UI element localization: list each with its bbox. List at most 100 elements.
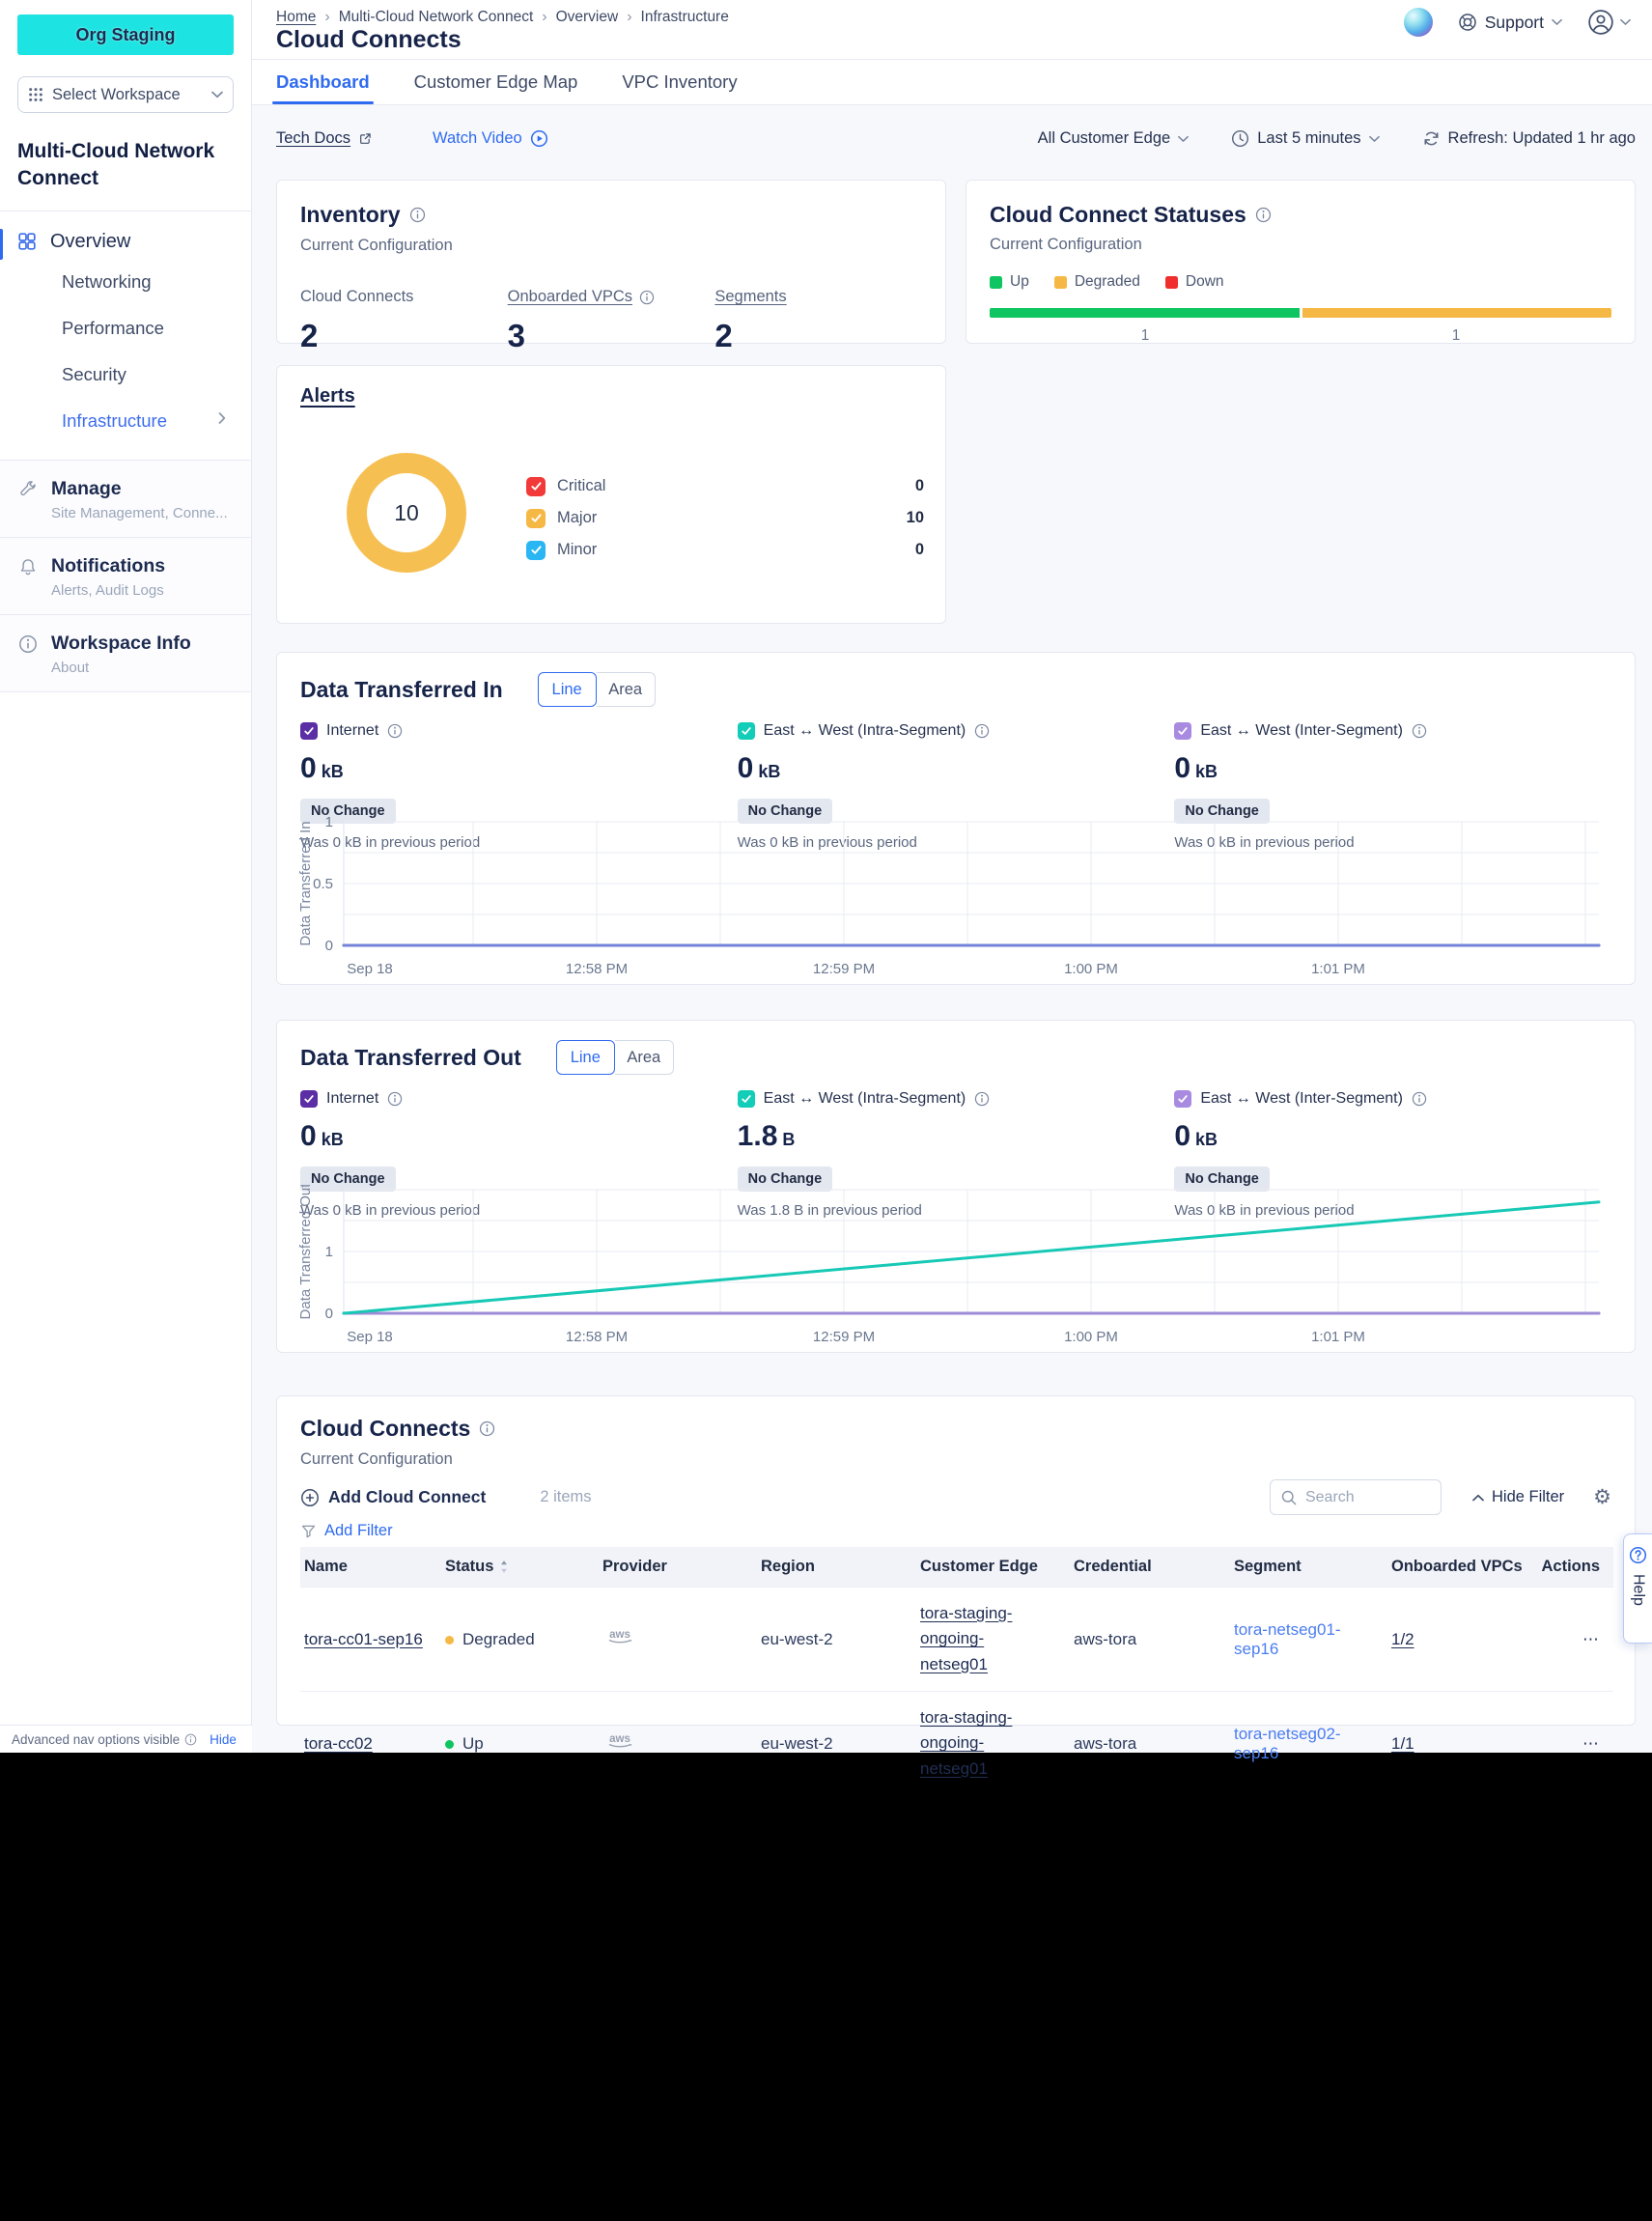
inter-segment-checkbox[interactable] <box>1174 1090 1191 1108</box>
breadcrumb-item[interactable]: Overview <box>556 9 619 26</box>
customer-edge-link[interactable]: tora-staging-ongoing-netseg01 <box>920 1705 1044 1782</box>
chevron-down-icon <box>1369 135 1380 143</box>
stat-value: 2 <box>300 318 508 354</box>
svg-text:1: 1 <box>325 817 333 830</box>
col-customer-edge[interactable]: Customer Edge <box>916 1547 1070 1588</box>
info-icon[interactable] <box>409 207 426 223</box>
customer-edge-link[interactable]: tora-staging-ongoing-netseg01 <box>920 1601 1044 1677</box>
sidebar-item-manage[interactable]: Manage Site Management, Conne... <box>0 460 251 537</box>
connect-name-link[interactable]: tora-cc01-sep16 <box>304 1630 423 1648</box>
bar-segment-up[interactable] <box>990 308 1300 318</box>
app-window: Org Staging Select Workspace Multi-Cloud… <box>0 0 1652 1753</box>
workspace-selector[interactable]: Select Workspace <box>17 76 234 113</box>
info-icon <box>17 633 39 654</box>
sort-icon[interactable] <box>499 1560 509 1574</box>
assistant-orb-icon[interactable] <box>1404 8 1433 37</box>
row-actions-menu[interactable]: ⋯ <box>1530 1588 1613 1692</box>
info-icon[interactable] <box>387 1091 403 1107</box>
row-actions-menu[interactable]: ⋯ <box>1530 1692 1613 1796</box>
info-icon[interactable] <box>639 290 655 305</box>
critical-checkbox[interactable] <box>526 477 546 496</box>
col-credential[interactable]: Credential <box>1070 1547 1230 1588</box>
sidebar-item-notifications[interactable]: Notifications Alerts, Audit Logs <box>0 537 251 614</box>
breadcrumb-item[interactable]: Infrastructure <box>641 9 729 26</box>
internet-checkbox[interactable] <box>300 1090 318 1108</box>
add-cloud-connect-button[interactable]: Add Cloud Connect <box>300 1487 486 1507</box>
tab-dashboard[interactable]: Dashboard <box>276 60 370 104</box>
help-label: Help <box>1630 1574 1647 1606</box>
alerts-title-link[interactable]: Alerts <box>300 385 355 407</box>
watch-video-link[interactable]: Watch Video <box>433 129 548 148</box>
line-toggle-button[interactable]: Line <box>538 672 597 707</box>
hide-advanced-nav-link[interactable]: Hide <box>210 1732 237 1747</box>
col-onboarded-vpcs[interactable]: Onboarded VPCs <box>1387 1547 1530 1588</box>
org-badge[interactable]: Org Staging <box>17 14 234 55</box>
sidebar-item-security[interactable]: Security <box>0 351 251 398</box>
search-input[interactable] <box>1305 1489 1421 1506</box>
col-segment[interactable]: Segment <box>1230 1547 1387 1588</box>
intra-segment-checkbox[interactable] <box>738 722 755 740</box>
breadcrumb-home[interactable]: Home <box>276 9 316 26</box>
stat-value: 2 <box>714 318 922 354</box>
table-settings-gear-icon[interactable]: ⚙ <box>1593 1487 1611 1507</box>
statuses-title: Cloud Connect Statuses <box>990 202 1246 228</box>
search-box[interactable] <box>1270 1479 1442 1515</box>
col-provider[interactable]: Provider <box>599 1547 757 1588</box>
line-toggle-button[interactable]: Line <box>556 1040 615 1075</box>
grid-dots-icon <box>28 87 43 102</box>
info-icon[interactable] <box>974 1091 990 1107</box>
intra-segment-checkbox[interactable] <box>738 1090 755 1108</box>
chart-type-toggle: Line Area <box>556 1040 674 1075</box>
customer-edge-filter-dropdown[interactable]: All Customer Edge <box>1038 129 1190 148</box>
onboarded-vpcs-link[interactable]: 1/2 <box>1391 1630 1414 1648</box>
info-icon[interactable] <box>974 723 990 739</box>
time-range-dropdown[interactable]: Last 5 minutes <box>1231 129 1379 148</box>
inter-segment-checkbox[interactable] <box>1174 722 1191 740</box>
info-icon[interactable] <box>1412 1091 1427 1107</box>
stat-label-link[interactable]: Segments <box>714 288 922 306</box>
col-name[interactable]: Name <box>300 1547 441 1588</box>
area-toggle-button[interactable]: Area <box>615 1040 674 1075</box>
area-toggle-button[interactable]: Area <box>597 672 656 707</box>
internet-checkbox[interactable] <box>300 722 318 740</box>
segment-link[interactable]: tora-netseg02-sep16 <box>1234 1725 1341 1762</box>
sidebar-item-infrastructure[interactable]: Infrastructure <box>0 398 251 444</box>
add-filter-button[interactable]: Add Filter <box>300 1522 393 1540</box>
tab-customer-edge-map[interactable]: Customer Edge Map <box>414 60 578 104</box>
check-icon <box>530 480 543 492</box>
minor-checkbox[interactable] <box>526 541 546 560</box>
sidebar-item-networking[interactable]: Networking <box>0 259 251 305</box>
sidebar-item-workspace-info[interactable]: Workspace Info About <box>0 614 251 692</box>
refresh-button[interactable]: Refresh: Updated 1 hr ago <box>1422 129 1636 148</box>
tech-docs-link[interactable]: Tech Docs <box>276 129 373 148</box>
section-label: Workspace Info <box>51 633 191 655</box>
onboarded-vpcs-link[interactable]: 1/1 <box>1391 1734 1414 1753</box>
credential-cell: aws-tora <box>1070 1588 1230 1692</box>
info-icon[interactable] <box>1412 723 1427 739</box>
alert-major-row: Major 10 <box>526 502 924 534</box>
tech-docs-label: Tech Docs <box>276 129 350 148</box>
info-icon[interactable] <box>479 1420 495 1437</box>
info-icon[interactable] <box>387 723 403 739</box>
connect-name-link[interactable]: tora-cc02 <box>304 1734 373 1753</box>
status-cell: Degraded <box>441 1588 599 1692</box>
sidebar-item-overview[interactable]: Overview <box>0 211 251 259</box>
col-region[interactable]: Region <box>757 1547 916 1588</box>
section-label: Manage <box>51 478 228 500</box>
stat-label-link[interactable]: Onboarded VPCs <box>508 288 715 306</box>
sidebar-item-performance[interactable]: Performance <box>0 305 251 351</box>
tab-vpc-inventory[interactable]: VPC Inventory <box>622 60 737 104</box>
major-checkbox[interactable] <box>526 509 546 528</box>
bar-segment-degraded[interactable] <box>1302 308 1612 318</box>
info-icon <box>184 1733 197 1746</box>
col-status[interactable]: Status <box>441 1547 599 1588</box>
hide-filter-button[interactable]: Hide Filter <box>1472 1488 1564 1506</box>
info-icon[interactable] <box>1255 207 1272 223</box>
support-menu[interactable]: Support <box>1458 13 1562 33</box>
user-menu[interactable] <box>1587 9 1631 36</box>
segment-link[interactable]: tora-netseg01-sep16 <box>1234 1620 1341 1658</box>
breadcrumb-item[interactable]: Multi-Cloud Network Connect <box>339 9 534 26</box>
help-tab[interactable]: Help <box>1623 1533 1652 1644</box>
refresh-status: Refresh: Updated 1 hr ago <box>1448 129 1636 148</box>
data-transferred-out-card: Data Transferred Out Line Area Internet … <box>276 1020 1636 1353</box>
